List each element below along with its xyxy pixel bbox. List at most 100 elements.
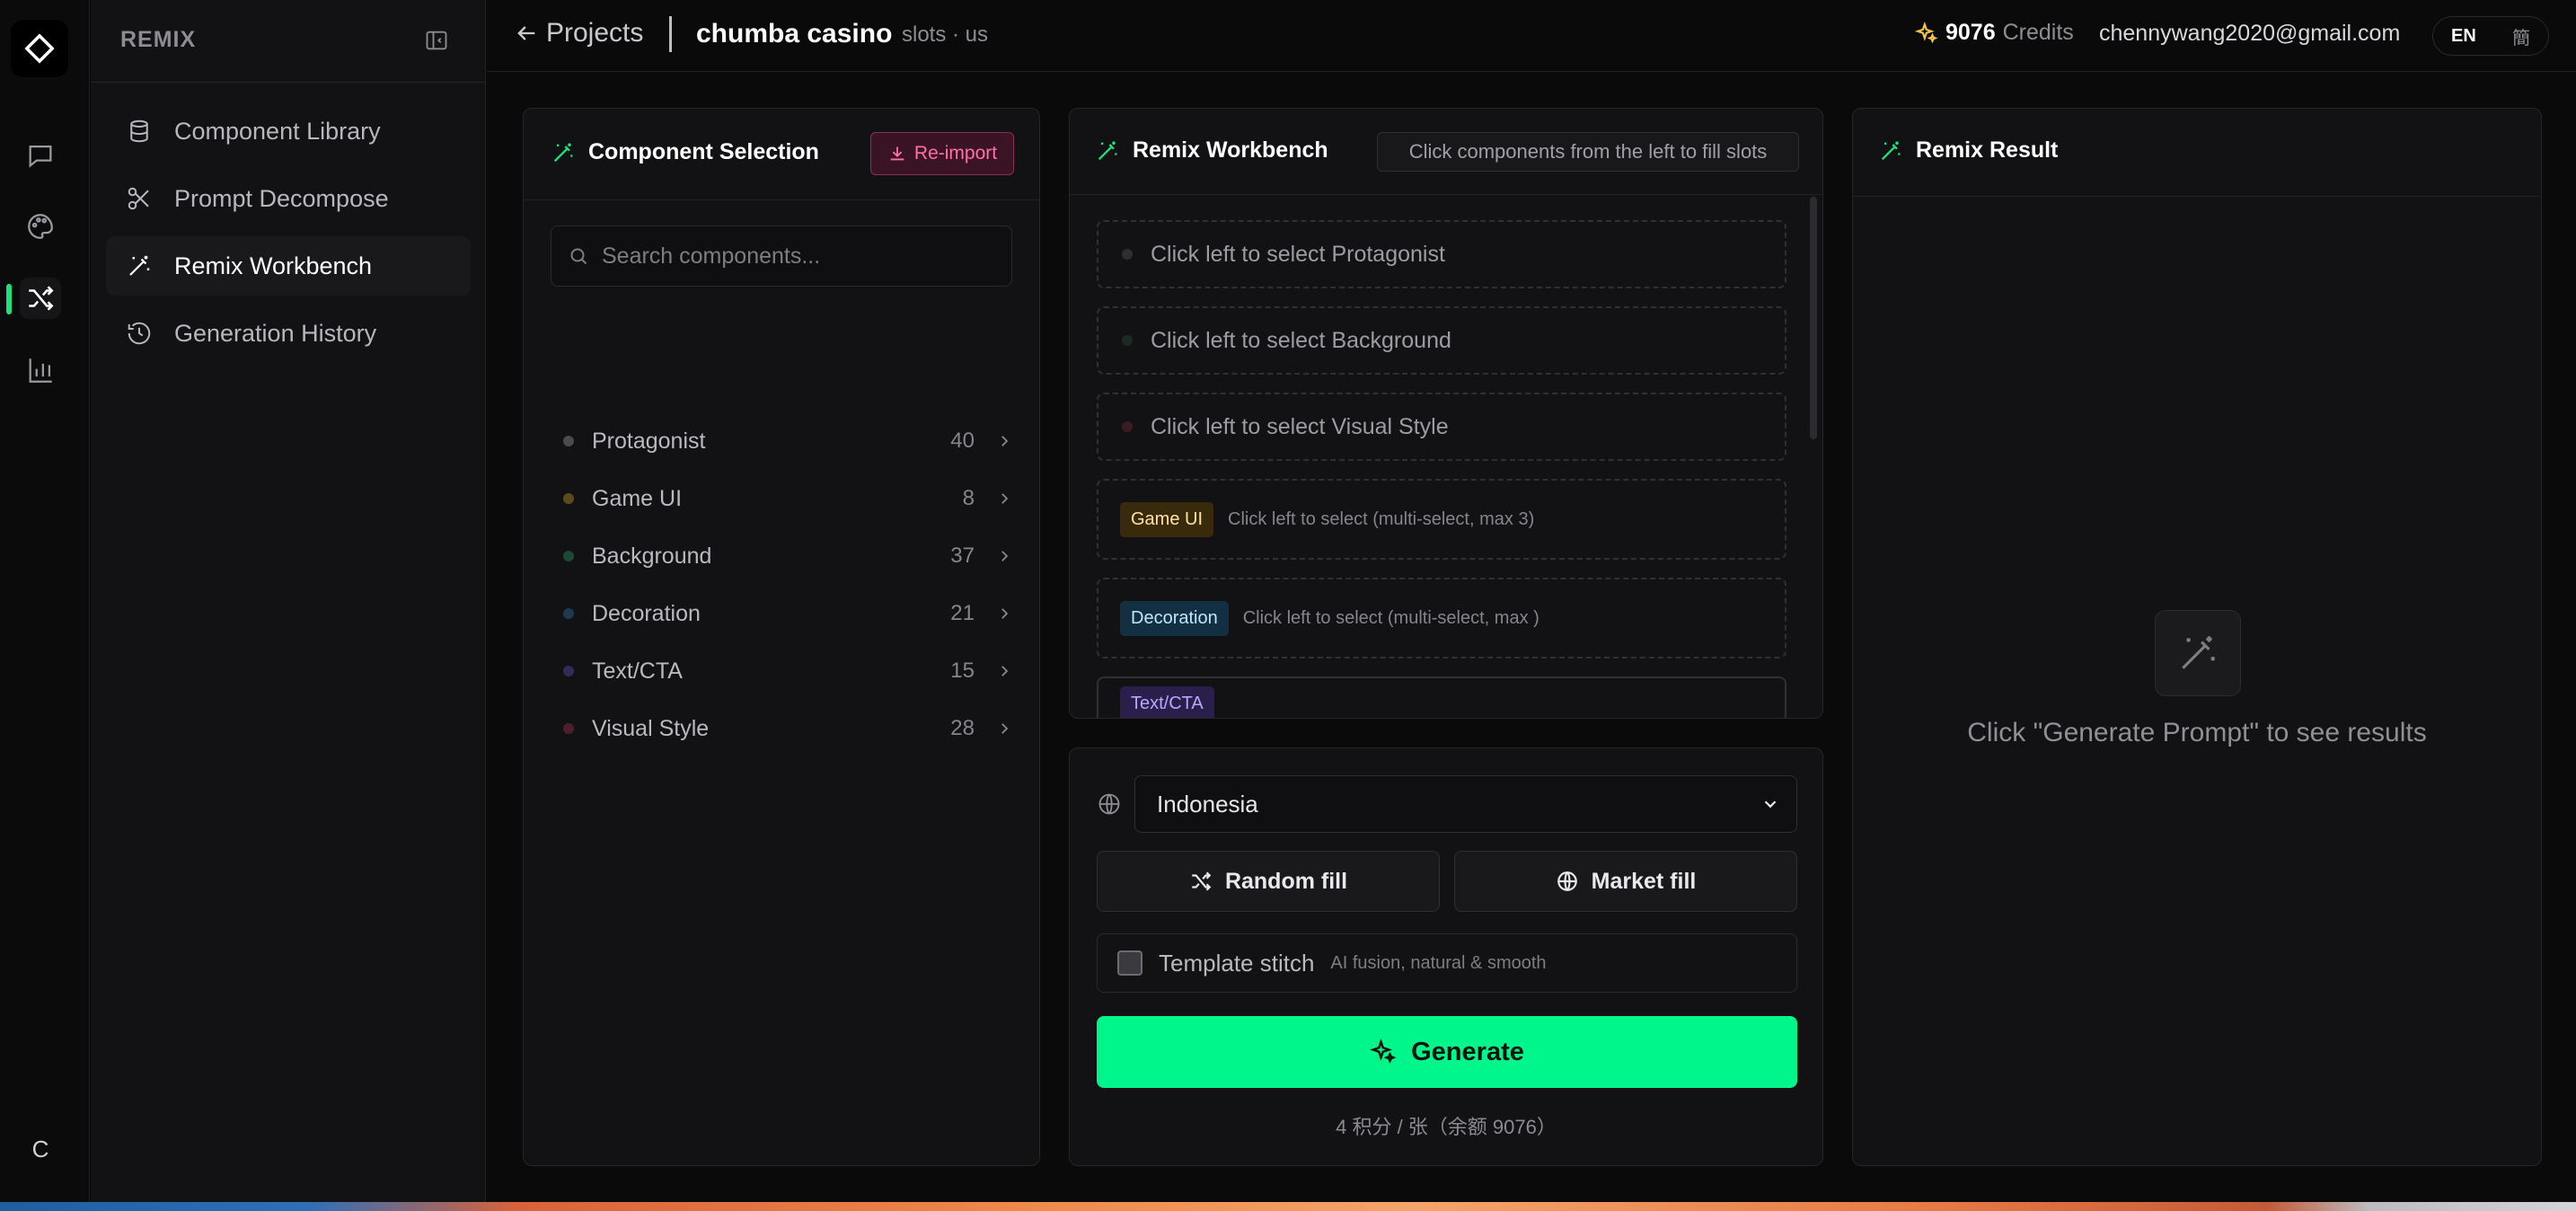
palette-icon <box>28 214 53 239</box>
chevron-right-icon <box>1001 493 1009 504</box>
slot-text: Click left to select (multi-select, max … <box>1228 508 1535 529</box>
arrow-left-icon <box>517 26 535 40</box>
category-protagonist[interactable]: Protagonist 40 <box>551 416 1012 466</box>
category-text-cta[interactable]: Text/CTA 15 <box>551 646 1012 696</box>
language-toggle[interactable]: EN 簡 <box>2432 16 2549 56</box>
remix-workbench-title: Remix Workbench <box>1133 137 1328 163</box>
magic-wand-icon <box>553 143 573 162</box>
icon-rail: C <box>0 0 90 1202</box>
category-name: Background <box>592 543 712 569</box>
remix-result-panel: Remix Result Click "Generate Prompt" to … <box>1852 108 2542 1166</box>
category-name: Visual Style <box>592 715 710 741</box>
globe-icon <box>1098 793 1120 815</box>
history-icon <box>128 322 151 345</box>
cost-info: 4 积分 / 张（余额 9076） <box>1336 1116 1557 1138</box>
slot-text-cta[interactable]: Text/CTA <box>1097 676 1786 718</box>
nav-remix-workbench[interactable]: Remix Workbench <box>106 236 471 296</box>
category-dot <box>563 493 574 504</box>
download-icon <box>890 146 904 161</box>
re-import-label: Re-import <box>913 143 998 164</box>
chevron-right-icon <box>1001 436 1009 446</box>
slot-dot <box>1122 335 1133 346</box>
nav-generation-history[interactable]: Generation History <box>106 304 471 363</box>
category-game-ui[interactable]: Game UI 8 <box>551 473 1012 524</box>
generation-controls-panel: Indonesia Random fill Market fill Templa… <box>1069 747 1823 1166</box>
slot-protagonist[interactable]: Click left to select Protagonist <box>1097 220 1786 288</box>
generate-button[interactable]: Generate <box>1097 1016 1797 1088</box>
slot-decoration[interactable]: Decoration Click left to select (multi-s… <box>1097 578 1786 659</box>
search-icon <box>570 248 587 265</box>
generate-label: Generate <box>1411 1037 1524 1066</box>
component-selection-title: Component Selection <box>588 139 819 164</box>
scissors-icon <box>128 187 149 210</box>
category-dot <box>563 666 574 676</box>
component-search <box>551 225 1012 287</box>
nav-label: Prompt Decompose <box>174 184 389 212</box>
panel-header: Remix Workbench Click components from th… <box>1070 109 1822 195</box>
category-count: 40 <box>950 429 975 453</box>
user-email[interactable]: chennywang2020@gmail.com <box>2099 21 2400 47</box>
random-fill-label: Random fill <box>1224 868 1348 894</box>
slot-game-ui[interactable]: Game UI Click left to select (multi-sele… <box>1097 479 1786 560</box>
category-decoration[interactable]: Decoration 21 <box>551 588 1012 639</box>
magic-wand-icon <box>1881 141 1901 160</box>
back-to-projects-link[interactable]: Projects <box>514 18 643 49</box>
category-count: 37 <box>950 544 975 568</box>
market-select-row: Indonesia <box>1097 775 1797 833</box>
category-dot <box>563 608 574 619</box>
magic-wand-icon <box>2182 636 2215 669</box>
rail-active-indicator <box>6 284 12 314</box>
search-input[interactable] <box>602 243 997 270</box>
chevron-right-icon <box>1001 551 1009 561</box>
credits-value: 9076 <box>1945 20 1996 45</box>
chat-icon <box>29 145 52 168</box>
panel-title: Component Selection <box>551 139 819 165</box>
nav-component-library[interactable]: Component Library <box>106 102 471 161</box>
lang-zh-option[interactable]: 簡 <box>2512 23 2530 49</box>
side-navigation: REMIX Component Library Prompt Decompose… <box>91 0 486 1202</box>
slot-background[interactable]: Click left to select Background <box>1097 306 1786 375</box>
credits-label: Credits <box>2002 20 2074 45</box>
workbench-hint: Click components from the left to fill s… <box>1377 132 1799 172</box>
market-select[interactable]: Indonesia <box>1134 775 1797 833</box>
chevron-right-icon <box>1001 608 1009 619</box>
user-avatar[interactable]: C <box>20 1128 61 1170</box>
panel-title: Remix Result <box>1878 137 2058 164</box>
category-background[interactable]: Background 37 <box>551 531 1012 581</box>
slot-visual-style[interactable]: Click left to select Visual Style <box>1097 393 1786 461</box>
rail-palette[interactable] <box>20 206 61 247</box>
nav-label: Remix Workbench <box>174 252 373 279</box>
category-count: 21 <box>950 601 975 625</box>
category-dot <box>563 723 574 734</box>
database-icon <box>130 119 148 143</box>
lang-en-option[interactable]: EN <box>2451 26 2476 47</box>
slot-tag-text-cta: Text/CTA <box>1120 686 1214 718</box>
template-stitch-option[interactable]: Template stitch AI fusion, natural & smo… <box>1097 933 1797 993</box>
slot-text: Click left to select Protagonist <box>1151 241 1445 267</box>
nav-prompt-decompose[interactable]: Prompt Decompose <box>106 169 471 228</box>
rail-chat[interactable] <box>20 135 61 176</box>
panel-header: Component Selection Re-import <box>524 109 1039 200</box>
workbench-scrollbar[interactable] <box>1810 197 1817 439</box>
globe-icon <box>1557 871 1577 891</box>
slot-text: Click left to select (multi-select, max … <box>1242 607 1539 628</box>
back-label: Projects <box>546 18 644 48</box>
market-fill-label: Market fill <box>1591 868 1697 894</box>
project-name: chumba casino <box>696 19 893 49</box>
shuffle-icon <box>29 286 54 311</box>
market-fill-button[interactable]: Market fill <box>1454 851 1797 912</box>
sparkle-credits-icon <box>1915 21 1938 43</box>
sidenav-header: REMIX <box>91 0 485 83</box>
category-visual-style[interactable]: Visual Style 28 <box>551 703 1012 754</box>
market-selected-value: Indonesia <box>1157 790 1258 818</box>
diamond-logo-icon <box>24 33 55 64</box>
template-stitch-checkbox[interactable] <box>1117 950 1142 976</box>
re-import-button[interactable]: Re-import <box>870 132 1014 175</box>
collapse-sidebar-button[interactable] <box>423 27 450 54</box>
category-name: Decoration <box>592 600 701 626</box>
random-fill-button[interactable]: Random fill <box>1097 851 1440 912</box>
rail-remix[interactable] <box>20 278 61 319</box>
app-logo[interactable] <box>11 20 68 77</box>
rail-analytics[interactable] <box>20 349 61 391</box>
slot-dot <box>1122 249 1133 260</box>
